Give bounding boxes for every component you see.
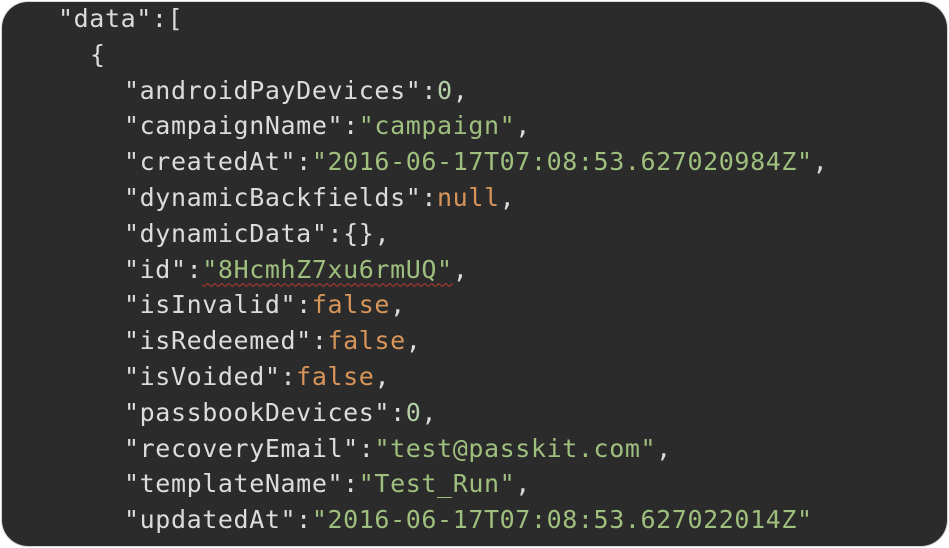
property-value: "test@passkit.com" [374, 433, 657, 463]
code-line-property: "createdAt":"2016-06-17T07:08:53.6270209… [2, 144, 828, 180]
code-line-property: "isVoided":false, [2, 359, 828, 395]
property-separator: : [296, 290, 312, 320]
property-trailing-comma: , [499, 182, 516, 212]
code-line-property: "recoveryEmail":"test@passkit.com", [2, 431, 828, 467]
property-key: "dynamicBackfields" [124, 182, 422, 212]
property-value: 0 [437, 75, 453, 105]
property-value: 0 [405, 397, 422, 427]
code-line-property: "templateName":"Test_Run", [2, 466, 828, 502]
property-separator: : [186, 254, 203, 284]
property-value: false [296, 361, 375, 391]
property-trailing-comma: , [812, 147, 829, 177]
code-line-data-root: "data":[ [2, 2, 828, 37]
property-trailing-comma: , [374, 218, 391, 248]
code-line-property: "passbookDevices":0, [2, 395, 828, 431]
property-key: "isVoided" [124, 361, 281, 391]
code-editor-panel[interactable]: "data":[{"androidPayDevices":0, "campaign… [2, 2, 947, 546]
json-code[interactable]: "data":[{"androidPayDevices":0, "campaign… [2, 2, 828, 538]
code-line-property: "id":"8HcmhZ7xu6rmUQ", [2, 252, 828, 288]
code-line-property: "campaignName":"campaign", [2, 108, 828, 144]
property-separator: : [327, 218, 344, 248]
property-separator: : [343, 111, 359, 141]
property-trailing-comma: , [515, 111, 531, 141]
property-trailing-comma: , [656, 433, 672, 463]
property-separator: : [358, 433, 375, 463]
property-value: "2016-06-17T07:08:53.627022014Z" [311, 505, 813, 535]
property-trailing-comma: , [374, 361, 391, 391]
property-separator: : [311, 326, 328, 356]
code-line-property: "isRedeemed":false, [2, 323, 828, 359]
property-separator: : [296, 505, 312, 535]
code-line-property: "isInvalid":false, [2, 287, 828, 323]
property-trailing-comma: , [452, 75, 469, 105]
property-key: "passbookDevices" [124, 397, 391, 427]
property-separator: : [421, 182, 438, 212]
property-value: false [311, 290, 391, 320]
property-value: "2016-06-17T07:08:53.627020984Z" [311, 147, 813, 177]
property-key: "createdAt" [124, 147, 297, 177]
property-value: {} [343, 218, 375, 248]
code-line-property: "androidPayDevices":0, [2, 73, 828, 109]
property-key: "isInvalid" [124, 290, 297, 320]
code-line-property: "dynamicData":{}, [2, 216, 828, 252]
property-trailing-comma: , [390, 290, 406, 320]
property-value: null [437, 182, 500, 212]
property-separator: : [390, 397, 406, 427]
property-trailing-comma: , [405, 326, 422, 356]
property-key: "dynamicData" [124, 218, 328, 248]
property-separator: : [343, 469, 359, 499]
property-trailing-comma: , [421, 397, 438, 427]
code-line-property: "updatedAt":"2016-06-17T07:08:53.6270220… [2, 502, 828, 538]
root-open-bracket: :[ [151, 4, 184, 33]
property-separator: : [280, 361, 297, 391]
code-line-property: "dynamicBackfields":null, [2, 180, 828, 216]
property-key: "isRedeemed" [124, 326, 312, 356]
property-key: "id" [124, 254, 187, 284]
property-separator: : [296, 147, 312, 177]
property-value: false [327, 326, 406, 356]
property-trailing-comma: , [452, 254, 469, 284]
property-key: "campaignName" [124, 111, 344, 141]
property-key: "updatedAt" [124, 505, 297, 535]
property-value: "Test_Run" [358, 469, 516, 499]
property-separator: : [421, 75, 438, 105]
code-line-object-open: { [2, 37, 828, 73]
property-key: "androidPayDevices" [124, 75, 422, 105]
property-key: "templateName" [124, 469, 344, 499]
root-key: "data" [58, 4, 152, 33]
property-key: "recoveryEmail" [124, 433, 359, 463]
property-trailing-comma: , [515, 469, 531, 499]
property-value: "campaign" [358, 111, 516, 141]
property-value: "8HcmhZ7xu6rmUQ" [202, 254, 453, 284]
object-open-brace: { [90, 39, 106, 69]
